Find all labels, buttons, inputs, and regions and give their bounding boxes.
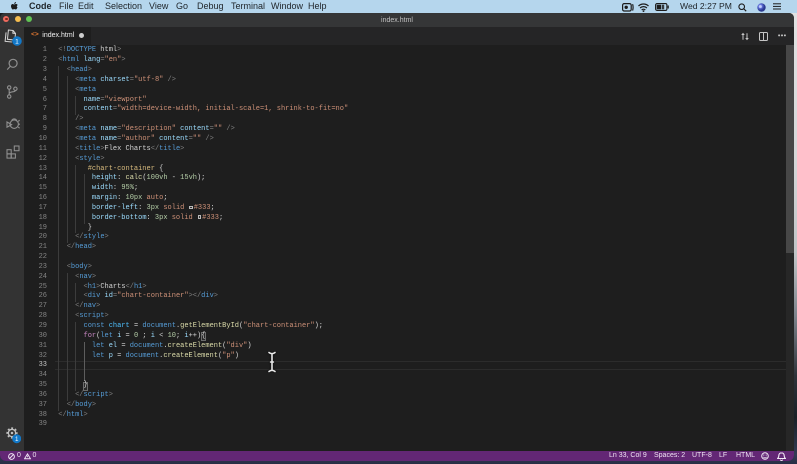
svg-text:1: 1 [15,38,19,45]
svg-text:1: 1 [15,436,19,443]
